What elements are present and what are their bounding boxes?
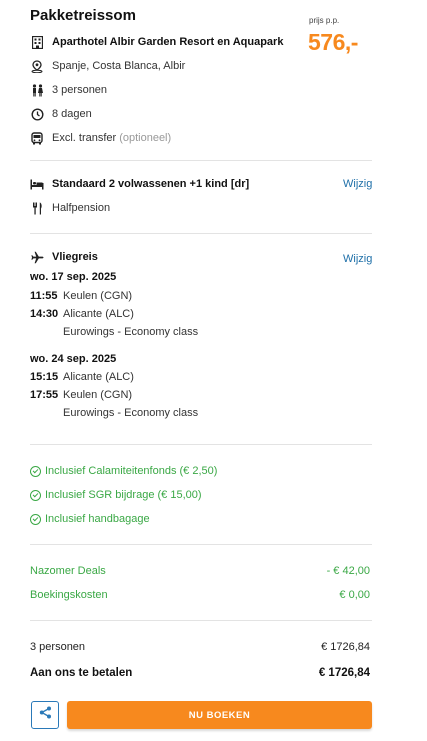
outbound-date: wo. 17 sep. 2025: [30, 271, 117, 283]
building-icon: [30, 35, 44, 49]
bed-icon: [30, 177, 44, 191]
room-row: Standaard 2 volwassenen +1 kind [dr]: [30, 175, 249, 193]
room-edit-link[interactable]: Wijzig: [343, 178, 372, 190]
timer-icon: [30, 107, 44, 121]
divider: [30, 233, 372, 234]
inclusion-item: Inclusief handbagage: [30, 513, 150, 525]
price: 576,-: [308, 29, 358, 55]
inclusion-item: Inclusief SGR bijdrage (€ 15,00): [30, 489, 202, 501]
return-dep-time: 15:15: [30, 371, 59, 383]
inclusion-label: Inclusief handbagage: [45, 513, 150, 525]
share-icon: [39, 706, 52, 724]
divider: [30, 160, 372, 161]
divider: [30, 444, 372, 445]
duration-row: 8 dagen: [30, 105, 92, 123]
persons-total-label: 3 personen: [30, 641, 86, 653]
divider: [30, 620, 372, 621]
board-text: Halfpension: [52, 202, 111, 214]
return-carrier: Eurowings - Economy class: [63, 407, 199, 419]
airplane-icon: [30, 250, 44, 264]
cutlery-icon: [30, 201, 44, 215]
flight-title: Vliegreis: [52, 251, 98, 263]
adjustment-value: € 0,00: [339, 589, 370, 601]
check-circle-icon: [30, 513, 41, 525]
page-title: Pakketreissom: [30, 7, 136, 24]
transfer-note: (optioneel): [119, 132, 172, 144]
outbound-dep-time: 11:55: [30, 290, 58, 302]
duration-text: 8 dagen: [52, 108, 92, 120]
price-label: prijs p.p.: [309, 16, 340, 25]
check-circle-icon: [30, 489, 41, 501]
room-type: Standaard 2 volwassenen +1 kind [dr]: [52, 178, 250, 190]
outbound-arr-time: 14:30: [30, 308, 59, 320]
transfer-row: Excl. transfer (optioneel): [30, 129, 171, 147]
outbound-carrier: Eurowings - Economy class: [63, 326, 199, 338]
persons-total-value: € 1726,84: [321, 641, 370, 653]
outbound-dep-place: Keulen (CGN): [63, 290, 133, 302]
adjustment-value: - € 42,00: [326, 565, 370, 577]
persons-icon: [30, 83, 44, 97]
outbound-arr-place: Alicante (ALC): [63, 308, 134, 320]
inclusion-item: Inclusief Calamiteitenfonds (€ 2,50): [30, 465, 217, 477]
return-date: wo. 24 sep. 2025: [30, 353, 117, 365]
transfer-text: Excl. transfer: [52, 132, 117, 144]
inclusion-label: Inclusief Calamiteitenfonds (€ 2,50): [45, 465, 218, 477]
adjustment-label: Boekingskosten: [30, 589, 108, 601]
check-circle-icon: [30, 465, 41, 477]
return-arr-place: Keulen (CGN): [63, 389, 133, 401]
pay-total-value: € 1726,84: [318, 667, 370, 679]
flight-edit-link[interactable]: Wijzig: [343, 253, 372, 265]
flight-header: Vliegreis: [30, 248, 98, 266]
bus-icon: [30, 131, 44, 145]
return-dep-place: Alicante (ALC): [63, 371, 134, 383]
inclusion-label: Inclusief SGR bijdrage (€ 15,00): [45, 489, 202, 501]
persons-text: 3 personen: [52, 84, 108, 96]
hotel-row: Aparthotel Albir Garden Resort en Aquapa…: [30, 33, 283, 51]
board-row: Halfpension: [30, 199, 110, 217]
return-arr-time: 17:55: [30, 389, 59, 401]
divider: [30, 544, 372, 545]
book-now-button[interactable]: NU BOEKEN: [67, 701, 372, 729]
pay-total-label: Aan ons te betalen: [30, 667, 133, 679]
location-text: Spanje, Costa Blanca, Albir: [52, 60, 186, 72]
location-pin-icon: [30, 59, 44, 73]
adjustment-label: Nazomer Deals: [30, 565, 106, 577]
hotel-name: Aparthotel Albir Garden Resort en Aquapa…: [52, 36, 284, 48]
share-button[interactable]: [31, 701, 59, 729]
persons-row: 3 personen: [30, 81, 107, 99]
location-row: Spanje, Costa Blanca, Albir: [30, 57, 185, 75]
